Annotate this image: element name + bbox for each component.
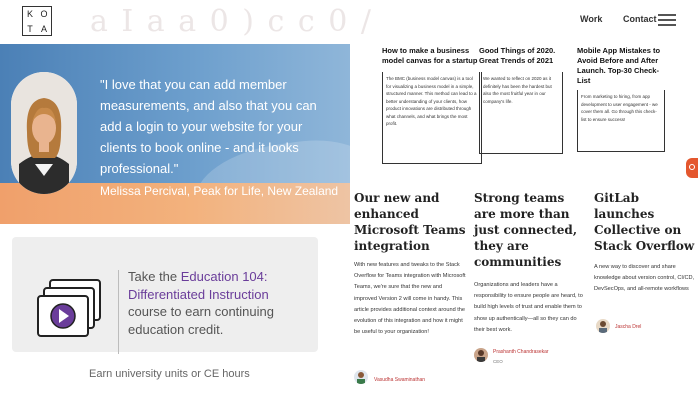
chat-widget-icon[interactable] <box>686 158 698 178</box>
testimonial-banner: "I love that you can add member measurem… <box>0 44 350 224</box>
course-video-icon <box>36 278 104 344</box>
article-excerpt: A new way to discover and share knowledg… <box>594 264 695 293</box>
blog-card-excerpt: From marketing to hiring, from app devel… <box>577 90 665 152</box>
logo-letter: T <box>27 24 33 34</box>
author-avatar <box>354 370 368 384</box>
blog-card-excerpt: We wanted to reflect on 2020 as it defin… <box>479 72 563 154</box>
article-title[interactable]: Our new and enhanced Microsoft Teams int… <box>354 190 466 254</box>
education-footer: Earn university units or CE hours <box>89 368 250 380</box>
article-title[interactable]: GitLab launches Collective on Stack Over… <box>594 190 696 254</box>
author-name[interactable]: Jascha Drel <box>615 324 641 330</box>
blog-card-excerpt: The BMC (business model canvas) is a too… <box>382 72 482 164</box>
testimonial-author: Melissa Percival, Peak for Life, New Zea… <box>100 184 339 198</box>
education-text-prefix: Take the <box>128 269 181 284</box>
article-card[interactable]: GitLab launches Collective on Stack Over… <box>594 190 696 296</box>
nav-contact-link[interactable]: Contact <box>623 14 657 24</box>
blog-card-title[interactable]: How to make a business model canvas for … <box>382 46 480 66</box>
nav-work-link[interactable]: Work <box>580 14 602 24</box>
article-title[interactable]: Strong teams are more than just connecte… <box>474 190 584 270</box>
author-name[interactable]: Prashanth Chandrasekar <box>493 349 549 355</box>
article-card[interactable]: Strong teams are more than just connecte… <box>474 190 584 336</box>
author-avatar <box>596 319 610 333</box>
author-role: CEO <box>493 359 503 364</box>
article-excerpt: Organizations and leaders have a respons… <box>474 282 583 333</box>
author-name[interactable]: Vasudha Swaminathan <box>374 377 425 383</box>
blog-card-title[interactable]: Mobile App Mistakes to Avoid Before and … <box>577 46 665 86</box>
author-avatar <box>474 348 488 362</box>
article-card[interactable]: Our new and enhanced Microsoft Teams int… <box>354 190 466 338</box>
education-text-suffix: course to earn continuing education cred… <box>128 304 274 337</box>
header-watermark-text: a I a a 0 ) c c 0 / <box>90 4 373 39</box>
blog-card-title[interactable]: Good Things of 2020. Great Trends of 202… <box>479 46 563 66</box>
blog-card[interactable]: Mobile App Mistakes to Avoid Before and … <box>577 46 665 152</box>
hamburger-menu-icon[interactable] <box>658 14 676 28</box>
kota-logo[interactable]: K O T A <box>22 6 52 36</box>
article-excerpt: With new features and tweaks to the Stac… <box>354 262 466 336</box>
logo-letter: O <box>40 9 48 19</box>
education-divider <box>118 270 119 354</box>
testimonial-quote: "I love that you can add member measurem… <box>100 77 317 176</box>
logo-letter: K <box>26 9 33 19</box>
logo-letter: A <box>40 24 47 34</box>
testimonial-avatar <box>11 72 77 194</box>
blog-card[interactable]: How to make a business model canvas for … <box>382 46 482 164</box>
education-text: Take the Education 104: Differentiated I… <box>128 268 288 338</box>
blog-card[interactable]: Good Things of 2020. Great Trends of 202… <box>479 46 563 154</box>
